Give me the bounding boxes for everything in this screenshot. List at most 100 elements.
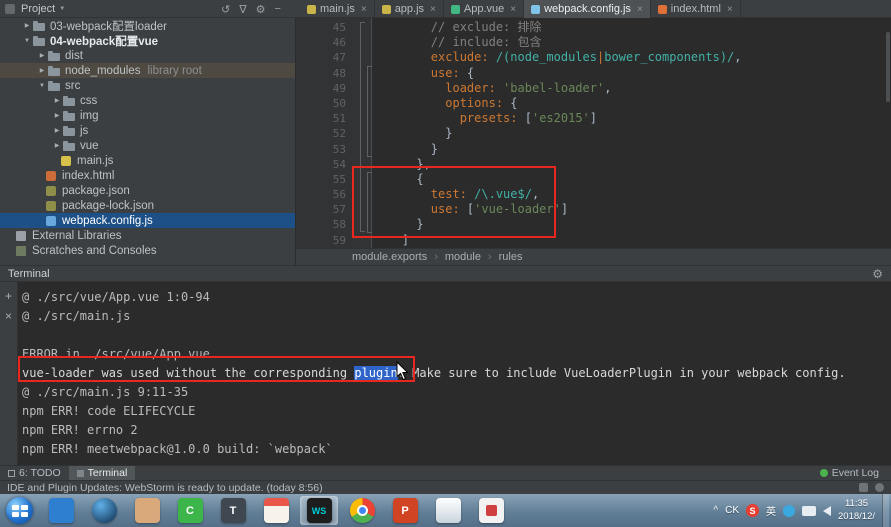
terminal-settings-gear-icon[interactable]: ⚙ xyxy=(872,267,883,281)
taskbar-clock[interactable]: 11:35 2018/12/ xyxy=(838,498,875,523)
tree-item-vue[interactable]: ▶ vue xyxy=(0,138,295,153)
taskbar-chrome[interactable] xyxy=(343,496,381,525)
tree-item-js[interactable]: ▶ js xyxy=(0,123,295,138)
terminal-line[interactable]: npm ERR! meetwebpack@1.0.0 build: `webpa… xyxy=(22,440,891,459)
terminal-line[interactable]: npm ERR! errno 2 xyxy=(22,421,891,440)
close-tab-icon[interactable]: × xyxy=(637,4,643,15)
taskbar-app-avatar[interactable] xyxy=(128,496,166,525)
close-tab-icon[interactable]: × xyxy=(727,4,733,15)
taskbar-powerpoint[interactable]: P xyxy=(386,496,424,525)
tab-main-js[interactable]: main.js × xyxy=(300,0,375,18)
taskbar-app-red-white[interactable] xyxy=(472,496,510,525)
tree-collapsed-icon[interactable]: ▶ xyxy=(21,22,33,29)
terminal-line[interactable]: @ ./src/main.js 9:11-35 xyxy=(22,383,891,402)
app-red-white-icon xyxy=(478,498,504,523)
project-selector[interactable]: Project ▼ xyxy=(21,3,65,15)
close-tab-icon[interactable]: × xyxy=(430,4,436,15)
breadcrumb-item[interactable]: module xyxy=(445,251,481,263)
terminal-line[interactable]: npm ERR! code ELIFECYCLE xyxy=(22,402,891,421)
sogou-icon[interactable]: S xyxy=(746,504,760,517)
tab-label: app.js xyxy=(394,3,425,15)
tab-app-js[interactable]: app.js × xyxy=(375,0,444,18)
taskbar-app-blue-window[interactable] xyxy=(42,496,80,525)
tree-item-package-lock-json[interactable]: package-lock.json xyxy=(0,198,295,213)
filter-icon[interactable]: ∇ xyxy=(239,3,246,16)
tree-collapsed-icon[interactable]: ▶ xyxy=(36,67,48,74)
tree-collapsed-icon[interactable]: ▶ xyxy=(51,142,63,149)
tree-item-04-webpack-vue[interactable]: ▼ 04-webpack配置vue xyxy=(0,33,295,48)
editor-scrollbar[interactable] xyxy=(886,32,890,102)
project-panel-toolbar: ↺ ∇ ⚙ − xyxy=(221,0,281,18)
taskbar-app-t[interactable]: T xyxy=(214,496,252,525)
tree-expanded-icon[interactable]: ▼ xyxy=(36,83,48,89)
breadcrumb-item[interactable]: rules xyxy=(499,251,523,263)
hide-panel-icon[interactable]: − xyxy=(274,3,280,15)
taskbar-app-dark-sphere[interactable] xyxy=(85,496,123,525)
code-line[interactable]: 45 // exclude: 排除 xyxy=(296,20,891,35)
tray-app-icon[interactable] xyxy=(783,504,796,517)
breadcrumb-item[interactable]: module.exports xyxy=(352,251,427,263)
terminal-line[interactable] xyxy=(22,326,891,345)
terminal-line[interactable]: @ ./src/main.js xyxy=(22,307,891,326)
code-line[interactable]: 47 exclude: /(node_modules|bower_compone… xyxy=(296,50,891,65)
code-line[interactable]: 49 loader: 'babel-loader', xyxy=(296,81,891,96)
tree-collapsed-icon[interactable]: ▶ xyxy=(51,127,63,134)
close-tab-icon[interactable]: × xyxy=(361,4,367,15)
tree-item-img[interactable]: ▶ img xyxy=(0,108,295,123)
start-button[interactable] xyxy=(6,497,33,524)
tab-webpack-config-js[interactable]: webpack.config.js × xyxy=(524,0,651,18)
toolwindow-terminal[interactable]: Terminal xyxy=(68,465,136,481)
tree-item-03-webpack-loader[interactable]: ▶ 03-webpack配置loader xyxy=(0,18,295,33)
tree-item-external-libraries[interactable]: External Libraries xyxy=(0,228,295,243)
code-text: } xyxy=(373,126,453,141)
tree-item-scratches-and-consoles[interactable]: Scratches and Consoles xyxy=(0,243,295,258)
show-desktop-button[interactable] xyxy=(882,494,889,527)
app-avatar-icon xyxy=(134,498,160,523)
tray-ck-label[interactable]: CK xyxy=(725,505,739,516)
add-session-icon[interactable]: + xyxy=(5,290,12,302)
code-line[interactable]: 46 // include: 包含 xyxy=(296,35,891,50)
tab-app-vue[interactable]: App.vue × xyxy=(444,0,525,18)
toolwindow-eventlog[interactable]: Event Log xyxy=(812,466,887,481)
tree-item-webpack-config-js[interactable]: webpack.config.js xyxy=(0,213,295,228)
lock-icon[interactable] xyxy=(859,483,868,492)
ime-indicator[interactable]: 英 xyxy=(766,503,776,518)
tree-item-index-html[interactable]: index.html xyxy=(0,168,295,183)
tree-item-package-json[interactable]: package.json xyxy=(0,183,295,198)
code-line[interactable]: 52 } xyxy=(296,126,891,141)
folder-icon xyxy=(63,140,76,152)
json-icon xyxy=(45,200,58,211)
keyboard-icon[interactable] xyxy=(802,505,817,516)
clock-date: 2018/12/ xyxy=(838,510,875,522)
inspections-icon[interactable] xyxy=(875,483,884,492)
tree-label: src xyxy=(65,79,81,92)
code-line[interactable]: 50 options: { xyxy=(296,96,891,111)
sync-icon[interactable]: ↺ xyxy=(221,3,230,16)
close-tab-icon[interactable]: × xyxy=(510,4,516,15)
editor-pane[interactable]: 45 // exclude: 排除 46 // include: 包含 47 exc… xyxy=(296,18,891,248)
toolwindow-todo[interactable]: 6: TODO xyxy=(0,466,69,481)
tree-collapsed-icon[interactable]: ▶ xyxy=(36,52,48,59)
tab-index-html[interactable]: index.html × xyxy=(651,0,741,18)
taskbar-app-calendar[interactable] xyxy=(257,496,295,525)
tree-item-main-js[interactable]: main.js xyxy=(0,153,295,168)
settings-gear-icon[interactable]: ⚙ xyxy=(256,3,266,16)
terminal-body[interactable]: @ ./src/vue/App.vue 1:0-94 @ ./src/main.j… xyxy=(18,282,891,465)
tree-collapsed-icon[interactable]: ▶ xyxy=(51,97,63,104)
tree-collapsed-icon[interactable]: ▶ xyxy=(51,112,63,119)
tree-expanded-icon[interactable]: ▼ xyxy=(21,38,33,44)
speaker-icon[interactable] xyxy=(823,505,832,516)
code-line[interactable]: 51 presets: ['es2015'] xyxy=(296,111,891,126)
taskbar-app-green[interactable]: C xyxy=(171,496,209,525)
tree-item-node-modules[interactable]: ▶ node_modules library root xyxy=(0,63,295,78)
code-line[interactable]: 53 } xyxy=(296,142,891,157)
tray-expand-icon[interactable]: ^ xyxy=(713,505,718,516)
tree-item-dist[interactable]: ▶ dist xyxy=(0,48,295,63)
taskbar-app-light[interactable] xyxy=(429,496,467,525)
code-line[interactable]: 48 use: { xyxy=(296,66,891,81)
taskbar-webstorm[interactable]: WS xyxy=(300,496,338,525)
tree-item-css[interactable]: ▶ css xyxy=(0,93,295,108)
terminal-line[interactable]: @ ./src/vue/App.vue 1:0-94 xyxy=(22,288,891,307)
tree-item-src[interactable]: ▼ src xyxy=(0,78,295,93)
close-terminal-icon[interactable]: × xyxy=(5,310,12,322)
